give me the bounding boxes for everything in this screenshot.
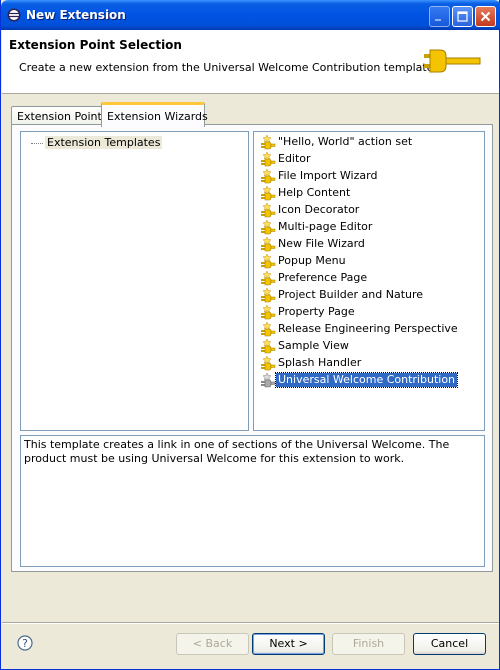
template-plugin-icon: [260, 287, 276, 303]
new-extension-window: New Extension Extension Point Selection …: [0, 0, 500, 670]
template-list[interactable]: "Hello, World" action set Editor File Impo…: [253, 131, 485, 431]
plug-icon: [424, 49, 481, 73]
template-label: Property Page: [278, 305, 355, 318]
template-label: Project Builder and Nature: [278, 288, 424, 301]
template-list-item[interactable]: Splash Handler: [260, 355, 363, 371]
tab-extension-points[interactable]: Extension Points: [11, 106, 108, 126]
template-list-item[interactable]: File Import Wizard: [260, 168, 379, 184]
help-icon[interactable]: ?: [17, 635, 33, 651]
button-bar-separator: [2, 622, 499, 624]
template-list-item[interactable]: Popup Menu: [260, 253, 348, 269]
template-label: "Hello, World" action set: [278, 135, 413, 148]
minimize-button[interactable]: [429, 6, 450, 27]
tab-label: Extension Points: [17, 110, 108, 123]
template-label: Editor: [278, 152, 311, 165]
category-tree[interactable]: Extension Templates: [20, 131, 249, 431]
template-list-item[interactable]: Sample View: [260, 338, 351, 354]
template-list-item[interactable]: Help Content: [260, 185, 352, 201]
finish-button[interactable]: Finish: [332, 633, 405, 655]
maximize-button[interactable]: [452, 6, 473, 27]
template-plugin-icon: [260, 151, 276, 167]
template-plugin-icon: [260, 321, 276, 337]
close-icon: [480, 11, 491, 22]
template-label: File Import Wizard: [278, 169, 378, 182]
template-plugin-icon: [260, 168, 276, 184]
tree-item-label: Extension Templates: [45, 136, 163, 149]
template-plugin-icon: [260, 372, 276, 388]
template-plugin-icon: [260, 270, 276, 286]
template-label: Release Engineering Perspective: [278, 322, 458, 335]
cancel-button[interactable]: Cancel: [413, 633, 486, 655]
tab-extension-wizards[interactable]: Extension Wizards: [101, 102, 208, 127]
eclipse-icon: [7, 8, 21, 22]
page-title: Extension Point Selection: [9, 38, 182, 52]
template-list-item[interactable]: Multi-page Editor: [260, 219, 374, 235]
template-plugin-icon: [260, 304, 276, 320]
template-list-item[interactable]: Icon Decorator: [260, 202, 361, 218]
template-plugin-icon: [260, 185, 276, 201]
template-plugin-icon: [260, 202, 276, 218]
template-list-item[interactable]: Release Engineering Perspective: [260, 321, 460, 337]
tree-connector: [31, 142, 43, 144]
template-label: Multi-page Editor: [278, 220, 373, 233]
back-button[interactable]: < Back: [176, 633, 249, 655]
template-label: Universal Welcome Contribution: [274, 372, 459, 388]
template-label: New File Wizard: [278, 237, 365, 250]
page-description: Create a new extension from the Universa…: [19, 61, 437, 74]
template-plugin-icon: [260, 355, 276, 371]
next-button[interactable]: Next >: [252, 633, 325, 655]
template-plugin-icon: [260, 253, 276, 269]
template-label: Icon Decorator: [278, 203, 360, 216]
template-label: Splash Handler: [278, 356, 362, 369]
template-list-item[interactable]: "Hello, World" action set: [260, 134, 414, 150]
wizard-header: Extension Point Selection Create a new e…: [2, 30, 499, 94]
template-list-item[interactable]: Preference Page: [260, 270, 369, 286]
window-title: New Extension: [26, 8, 126, 22]
template-plugin-icon: [260, 236, 276, 252]
template-list-item[interactable]: Project Builder and Nature: [260, 287, 425, 303]
tree-item-extension-templates[interactable]: Extension Templates: [31, 136, 163, 149]
template-label: Sample View: [278, 339, 349, 352]
template-list-item[interactable]: New File Wizard: [260, 236, 367, 252]
tab-label: Extension Wizards: [107, 110, 208, 123]
maximize-icon: [457, 11, 468, 22]
template-label: Help Content: [278, 186, 351, 199]
minimize-icon: [435, 19, 441, 21]
template-label: Popup Menu: [278, 254, 346, 267]
title-bar[interactable]: New Extension: [1, 0, 500, 30]
tab-panel: Extension Templates "Hello, World" actio…: [11, 124, 493, 572]
svg-text:?: ?: [22, 637, 28, 650]
template-description: This template creates a link in one of s…: [20, 435, 485, 567]
template-plugin-icon: [260, 134, 276, 150]
template-plugin-icon: [260, 219, 276, 235]
template-list-item[interactable]: Universal Welcome Contribution: [260, 372, 459, 388]
template-list-item[interactable]: Editor: [260, 151, 313, 167]
template-list-item[interactable]: Property Page: [260, 304, 357, 320]
template-label: Preference Page: [278, 271, 368, 284]
template-plugin-icon: [260, 338, 276, 354]
close-button[interactable]: [475, 6, 496, 27]
